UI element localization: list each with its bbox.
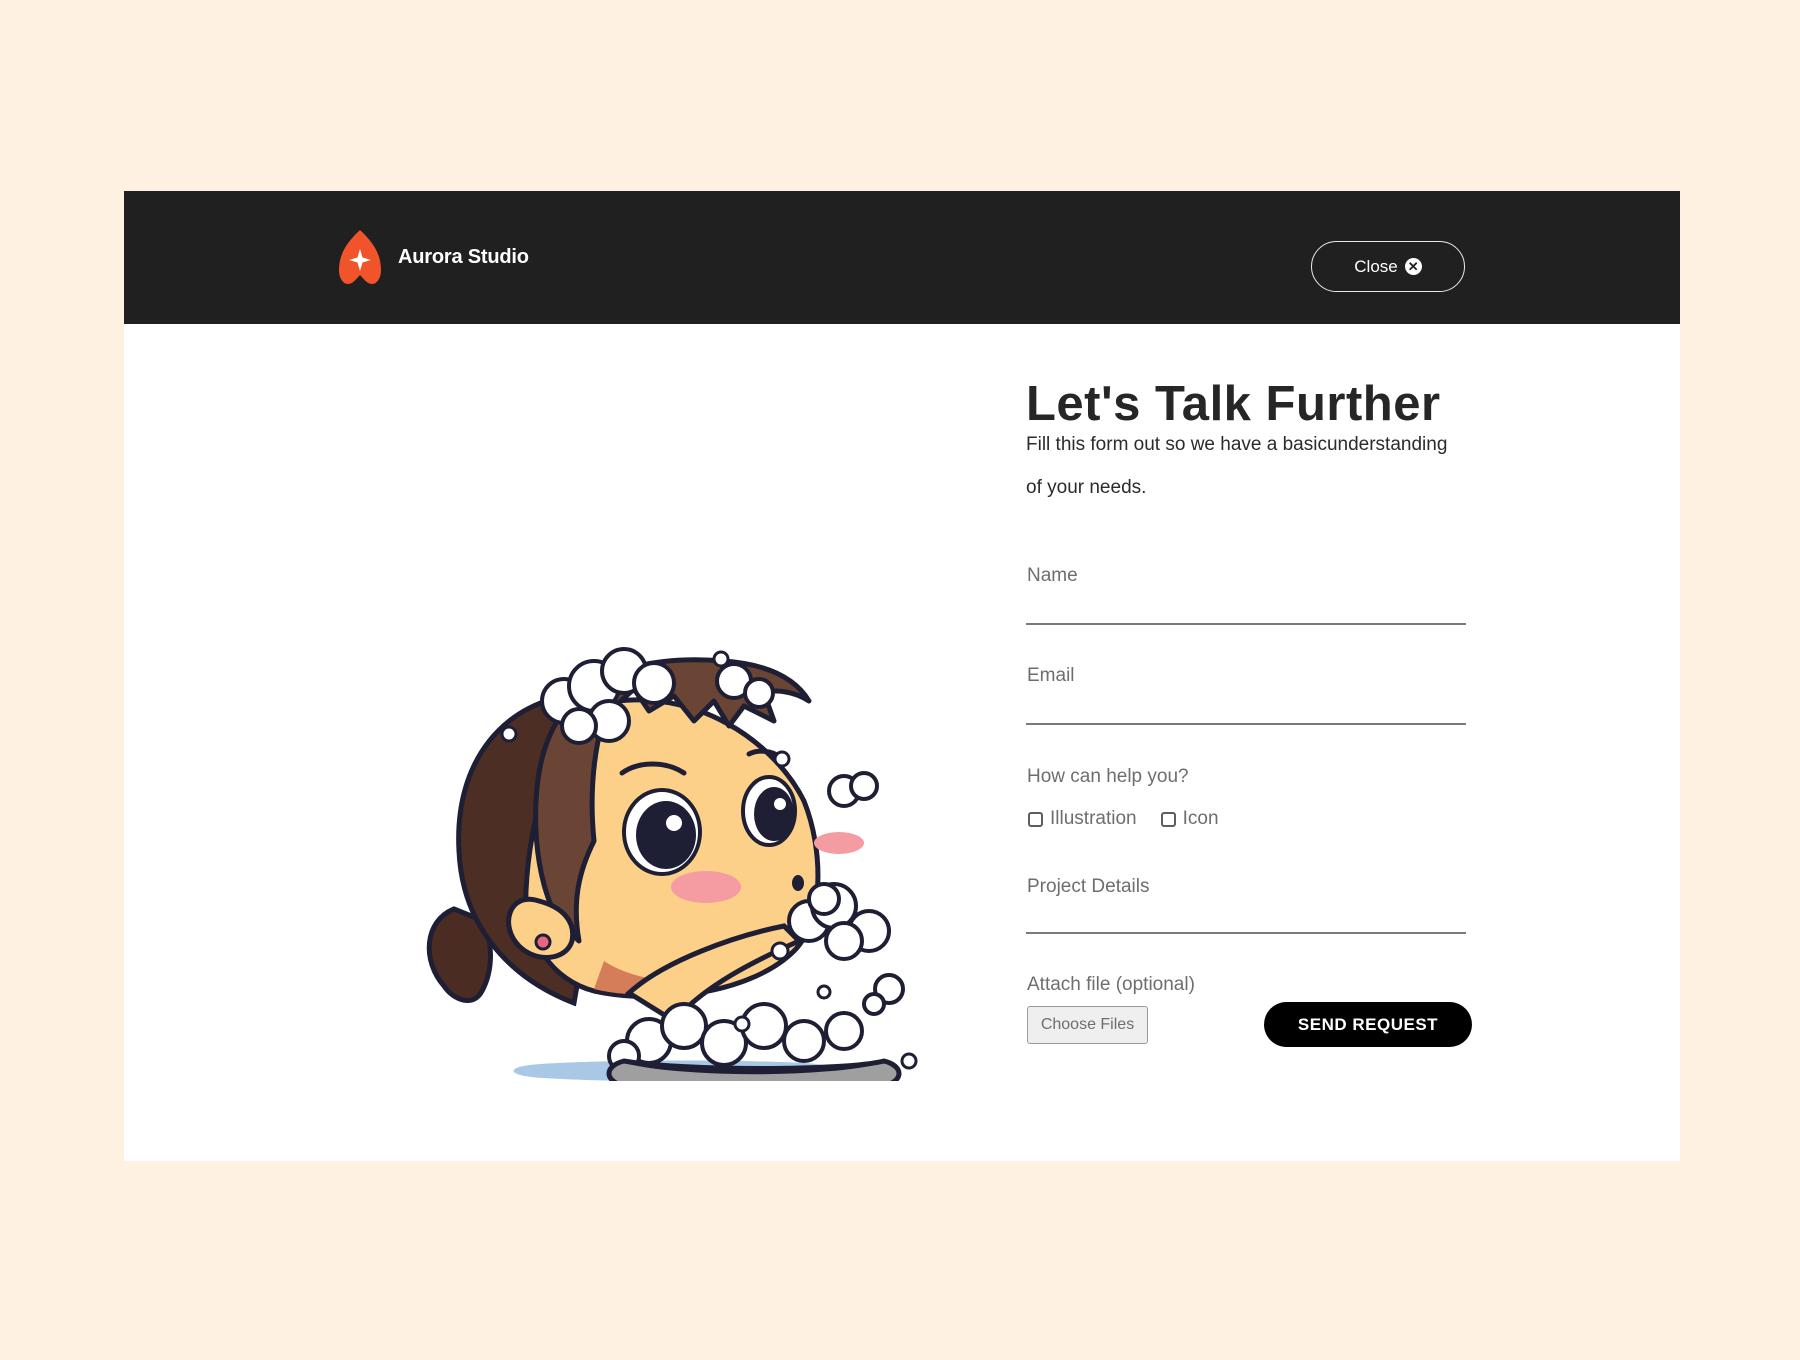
checkbox-icon[interactable]: [1160, 811, 1176, 827]
option-icon[interactable]: Icon: [1160, 808, 1219, 830]
aurora-logo-icon: [339, 230, 381, 284]
attach-label: Attach file (optional): [1027, 974, 1195, 995]
bath-girl-illustration: [426, 647, 918, 1081]
option-icon-label: Icon: [1182, 808, 1219, 829]
brand-name: Aurora Studio: [398, 245, 529, 268]
send-request-button[interactable]: SEND REQUEST: [1264, 1002, 1472, 1047]
checkbox-icon[interactable]: [1028, 811, 1043, 827]
email-label: Email: [1027, 665, 1075, 686]
contact-dialog: Aurora Studio Close ✕ Let's Talk Further…: [124, 191, 1680, 1161]
name-label: Name: [1027, 565, 1078, 586]
service-options: Illustration Icon: [1028, 808, 1243, 830]
details-label: Project Details: [1027, 876, 1150, 897]
email-field[interactable]: [1026, 693, 1466, 725]
contact-form: Let's Talk Further Fill this form out so…: [1026, 191, 1476, 1161]
option-illustration-label: Illustration: [1050, 808, 1137, 829]
form-subtitle: Fill this form out so we have a basicund…: [1026, 434, 1448, 498]
help-label: How can help you?: [1027, 766, 1189, 787]
choose-files-button[interactable]: Choose Files: [1027, 1006, 1148, 1044]
project-details-field[interactable]: [1026, 902, 1466, 934]
name-field[interactable]: [1026, 593, 1466, 625]
brand[interactable]: Aurora Studio: [336, 229, 529, 285]
option-illustration[interactable]: Illustration: [1028, 808, 1137, 830]
